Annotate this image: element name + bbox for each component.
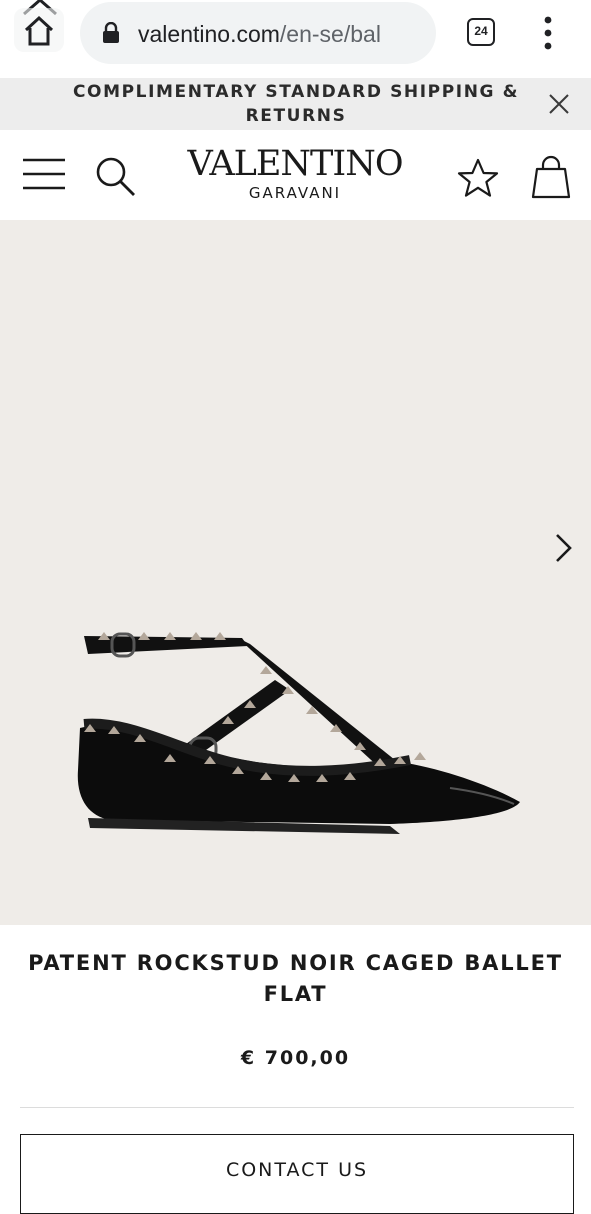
star-icon[interactable] [456, 157, 500, 199]
promo-banner: COMPLIMENTARY STANDARD SHIPPING & RETURN… [0, 78, 591, 130]
contact-us-button[interactable]: CONTACT US [20, 1134, 574, 1214]
url-path: /en-se/bal [279, 21, 381, 47]
product-image [77, 632, 520, 834]
shopping-bag-icon[interactable] [529, 155, 573, 201]
hamburger-menu-icon[interactable] [22, 155, 66, 193]
brand-logo[interactable]: VALENTINO GARAVANI [175, 144, 415, 202]
address-bar[interactable]: valentino.com/en-se/bal [80, 2, 436, 64]
logo-sub-text: GARAVANI [248, 184, 342, 202]
divider [20, 1107, 574, 1108]
url-text[interactable]: valentino.com/en-se/bal [138, 18, 428, 50]
search-icon[interactable] [94, 155, 138, 199]
tab-switcher-button[interactable]: 24 [467, 18, 495, 46]
close-icon[interactable] [546, 91, 572, 117]
promo-text: COMPLIMENTARY STANDARD SHIPPING & RETURN… [72, 82, 520, 126]
logo-main-text: VALENTINO [187, 144, 403, 184]
site-header: VALENTINO GARAVANI [0, 130, 591, 220]
more-vert-icon[interactable] [536, 14, 560, 52]
home-icon[interactable] [14, 8, 64, 52]
chevron-right-icon[interactable] [548, 530, 578, 566]
contact-us-label: CONTACT US [225, 1159, 369, 1181]
browser-toolbar: valentino.com/en-se/bal 24 [0, 0, 591, 78]
lock-icon [103, 22, 119, 43]
product-price: € 700,00 [240, 1047, 351, 1069]
url-host: valentino.com [138, 21, 280, 47]
product-title: PATENT ROCKSTUD NOIR CAGED BALLET FLAT [28, 951, 563, 1006]
product-gallery[interactable] [0, 220, 591, 925]
